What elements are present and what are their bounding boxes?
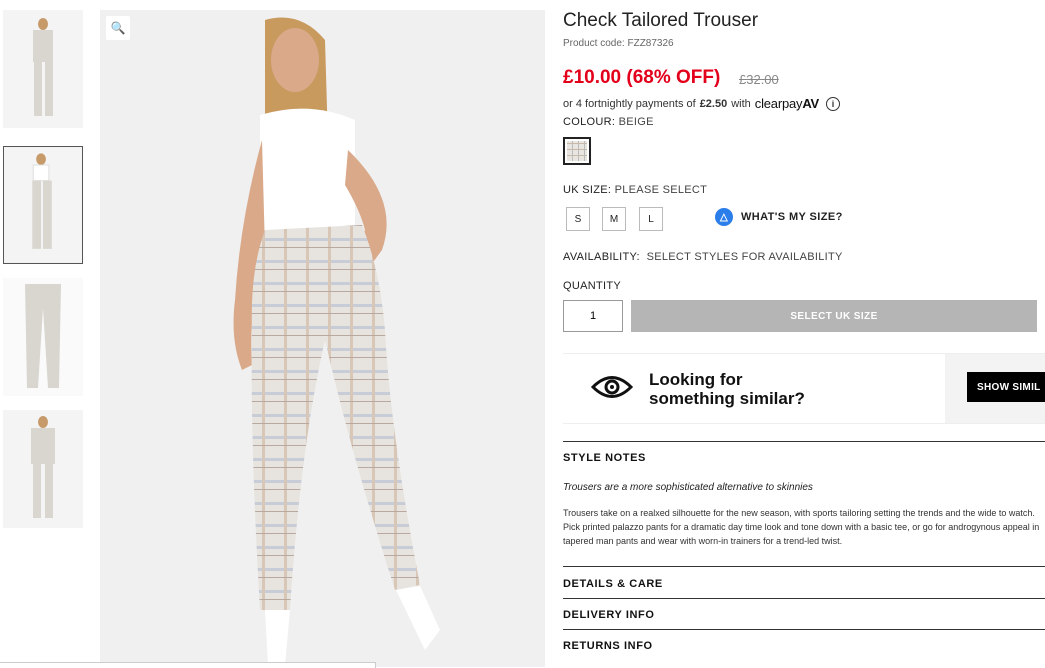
style-notes-tagline: Trousers are a more sophisticated altern…	[563, 482, 813, 493]
similar-items-banner[interactable]: Looking for something similar? SHOW SIMI…	[563, 353, 1045, 424]
original-price: £32.00	[739, 72, 779, 87]
trousers-flat-image	[3, 278, 83, 396]
select-size-button[interactable]: SELECT UK SIZE	[631, 300, 1037, 332]
installments-amount: £2.50	[699, 97, 728, 110]
similar-heading: Looking for something similar?	[649, 370, 805, 408]
model-suit-image	[3, 410, 83, 528]
model-front-image	[3, 10, 83, 128]
style-notes-heading[interactable]: STYLE NOTES	[563, 452, 646, 464]
divider	[563, 566, 1045, 567]
clearpay-logo: clearpayAV	[754, 96, 820, 111]
thumbnail-3[interactable]	[3, 278, 83, 396]
model-photo	[100, 10, 545, 667]
style-notes-body: Trousers take on a realxed silhouette fo…	[563, 508, 1040, 546]
availability-label: AVAILABILITY: SELECT STYLES FOR AVAILABI…	[563, 251, 843, 263]
installments-with: with	[731, 97, 751, 110]
info-icon[interactable]: i	[826, 96, 841, 111]
product-code: Product code: FZZ87326	[563, 38, 674, 49]
thumbnail-4[interactable]	[3, 410, 83, 528]
availability-value: SELECT STYLES FOR AVAILABILITY	[646, 251, 843, 263]
delivery-info-accordion[interactable]: DELIVERY INFO	[563, 609, 655, 621]
sale-price: £10.00 (68% OFF)	[563, 67, 721, 88]
size-button-m[interactable]: M	[602, 207, 626, 231]
installments-prefix: or 4 fortnightly payments of	[563, 97, 696, 110]
size-label: UK SIZE: PLEASE SELECT	[563, 184, 708, 196]
zoom-icon[interactable]: 🔍	[106, 16, 130, 40]
colour-swatch-beige[interactable]	[563, 137, 591, 165]
hanger-icon: △	[715, 208, 733, 226]
eye-icon	[591, 376, 633, 398]
whats-my-size-link[interactable]: △ WHAT'S MY SIZE?	[715, 208, 843, 226]
show-similar-button[interactable]: SHOW SIMIL	[967, 372, 1045, 402]
product-title: Check Tailored Trouser	[563, 10, 759, 31]
thumbnail-2[interactable]	[3, 146, 83, 264]
divider	[563, 598, 1045, 599]
divider	[563, 441, 1045, 442]
product-details-panel: Check Tailored Trouser Product code: FZZ…	[563, 0, 1045, 667]
model-back-image	[4, 147, 82, 263]
returns-info-accordion[interactable]: RETURNS INFO	[563, 640, 653, 652]
clearpay-installments: or 4 fortnightly payments of £2.50 with …	[563, 96, 841, 111]
details-care-accordion[interactable]: DETAILS & CARE	[563, 578, 663, 590]
divider	[563, 629, 1045, 630]
quantity-input[interactable]	[563, 300, 623, 332]
colour-label: COLOUR: BEIGE	[563, 116, 654, 128]
whats-my-size-label: WHAT'S MY SIZE?	[741, 211, 843, 223]
thumbnail-1[interactable]	[3, 10, 83, 128]
size-button-s[interactable]: S	[566, 207, 590, 231]
colour-value: BEIGE	[618, 116, 654, 128]
size-button-l[interactable]: L	[639, 207, 663, 231]
bottom-bar	[0, 662, 376, 668]
main-product-image[interactable]: 🔍	[100, 10, 545, 667]
quantity-label: QUANTITY	[563, 280, 622, 292]
size-value: PLEASE SELECT	[614, 184, 708, 196]
